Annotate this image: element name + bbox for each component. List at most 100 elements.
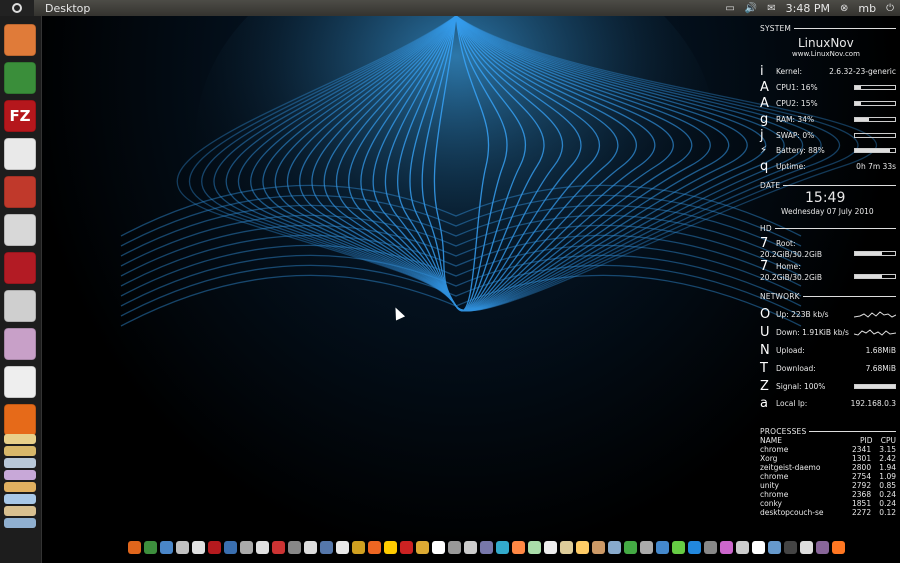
launcher-pidgin-icon[interactable] (4, 252, 36, 284)
dock-app-icon[interactable] (608, 541, 621, 554)
dock-app-icon[interactable] (272, 541, 285, 554)
dock-app-icon[interactable] (640, 541, 653, 554)
disk-icon: 7 (760, 235, 769, 251)
launcher-chrome-icon[interactable] (4, 62, 36, 94)
dock-app-icon[interactable] (704, 541, 717, 554)
dock-app-icon[interactable] (672, 541, 685, 554)
ubuntu-logo-icon[interactable] (0, 0, 34, 16)
dock-app-icon[interactable] (448, 541, 461, 554)
dock-app-icon[interactable] (512, 541, 525, 554)
process-row: chrome 2368 0.24 (760, 490, 896, 499)
dock-app-icon[interactable] (544, 541, 557, 554)
root-bar-frame (854, 251, 896, 256)
dock-app-icon[interactable] (784, 541, 797, 554)
dock-app-icon[interactable] (528, 541, 541, 554)
clock[interactable]: 3:48 PM (786, 2, 830, 15)
dock-app-icon[interactable] (752, 541, 765, 554)
ram-bar (855, 117, 869, 121)
dock-app-icon[interactable] (464, 541, 477, 554)
dock-app-icon[interactable] (160, 541, 173, 554)
launcher-stack[interactable] (4, 432, 36, 544)
dock-app-icon[interactable] (144, 541, 157, 554)
dock-app-icon[interactable] (176, 541, 189, 554)
home-bar (855, 275, 882, 278)
uptime-row: q Uptime: 0h 7m 33s (760, 158, 896, 174)
user-name[interactable]: mb (858, 2, 876, 15)
dock-app-icon[interactable] (240, 541, 253, 554)
kernel-row: i Kernel: 2.6.32-23-generic (760, 63, 896, 79)
dock-app-icon[interactable] (576, 541, 589, 554)
dock-app-icon[interactable] (624, 541, 637, 554)
dock-app-icon[interactable] (656, 541, 669, 554)
battery-icon[interactable]: ▭ (725, 3, 734, 14)
dock-app-icon[interactable] (384, 541, 397, 554)
host-url: www.LinuxNov.com (792, 50, 860, 58)
process-row: zeitgeist-daemo 2800 1.94 (760, 463, 896, 472)
dock-app-icon[interactable] (192, 541, 205, 554)
launcher-files-icon[interactable] (4, 24, 36, 56)
dock-app-icon[interactable] (320, 541, 333, 554)
dock-app-icon[interactable] (368, 541, 381, 554)
signal-icon: Z (760, 378, 769, 394)
host-name: LinuxNov (798, 36, 854, 50)
process-row: chrome 2341 3.15 (760, 445, 896, 454)
conky-clock: 15:49 (805, 190, 846, 206)
mail-icon[interactable]: ✉ (767, 3, 775, 14)
dock-app-icon[interactable] (400, 541, 413, 554)
dock-app-icon[interactable] (288, 541, 301, 554)
home-value: 20.2GiB/30.2GiB (760, 273, 823, 282)
process-row: unity 2792 0.85 (760, 481, 896, 490)
window-title: Desktop (45, 1, 91, 15)
dock-app-icon[interactable] (128, 541, 141, 554)
date-header: DATE (760, 181, 896, 190)
dock-app-icon[interactable] (208, 541, 221, 554)
launcher-filezilla-icon[interactable]: FZ (4, 100, 36, 132)
dock-app-icon[interactable] (560, 541, 573, 554)
battery-bar (855, 148, 891, 152)
volume-icon[interactable]: 🔊 (745, 3, 757, 14)
root-row: 7 Root: (760, 235, 796, 251)
dock-app-icon[interactable] (720, 541, 733, 554)
disk-icon: 7 (760, 258, 769, 274)
bottom-dock (128, 541, 845, 559)
download-row: T Download: 7.68MiB (760, 360, 896, 376)
launcher-blank-app-icon[interactable] (4, 138, 36, 170)
dock-app-icon[interactable] (496, 541, 509, 554)
dock-app-icon[interactable] (800, 541, 813, 554)
launcher-blank-app-2-icon[interactable] (4, 366, 36, 398)
dock-app-icon[interactable] (816, 541, 829, 554)
dock-app-icon[interactable] (352, 541, 365, 554)
down-icon: U (760, 324, 770, 340)
user-icon[interactable]: ⊗ (840, 3, 848, 14)
dock-app-icon[interactable] (224, 541, 237, 554)
up-graph (854, 311, 896, 318)
top-panel: Desktop ▭ 🔊 ✉ 3:48 PM ⊗ mb ⏻ (0, 0, 900, 16)
process-row: chrome 2754 1.09 (760, 472, 896, 481)
kernel-icon: i (760, 63, 764, 79)
dock-app-icon[interactable] (592, 541, 605, 554)
launcher-camera-icon[interactable] (4, 290, 36, 322)
up-icon: O (760, 306, 771, 322)
hd-header: HD (760, 224, 896, 233)
dock-app-icon[interactable] (480, 541, 493, 554)
dock-app-icon[interactable] (256, 541, 269, 554)
dock-app-icon[interactable] (336, 541, 349, 554)
dock-app-icon[interactable] (736, 541, 749, 554)
dock-app-icon[interactable] (416, 541, 429, 554)
battery-row: ⚡ Battery: 88% (760, 143, 898, 157)
dock-app-icon[interactable] (832, 541, 845, 554)
launcher-text-editor-icon[interactable] (4, 214, 36, 246)
down-row: U Down: 1.91KiB kb/s (760, 324, 898, 340)
network-header: NETWORK (760, 292, 896, 301)
root-bar (855, 252, 882, 255)
cpu2-row: A CPU2: 15% (760, 96, 898, 111)
process-row: desktopcouch-se 2272 0.12 (760, 508, 896, 517)
power-icon[interactable]: ⏻ (886, 3, 894, 14)
dock-app-icon[interactable] (304, 541, 317, 554)
launcher-media-icon[interactable] (4, 328, 36, 360)
dock-app-icon[interactable] (688, 541, 701, 554)
launcher-install-icon[interactable] (4, 176, 36, 208)
dock-app-icon[interactable] (432, 541, 445, 554)
up-row: O Up: 223B kb/s (760, 306, 898, 322)
dock-app-icon[interactable] (768, 541, 781, 554)
